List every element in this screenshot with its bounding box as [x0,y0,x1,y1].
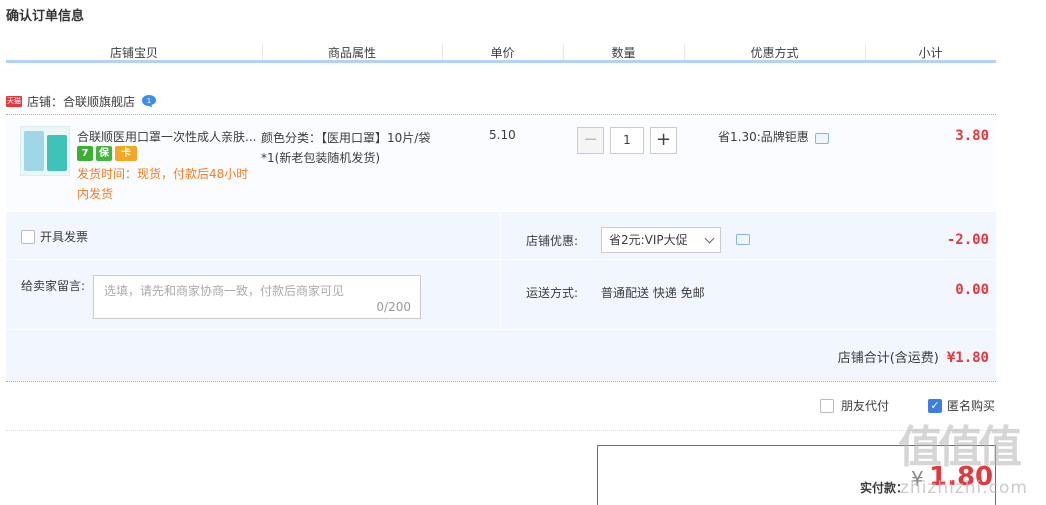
col-header-item: 店铺宝贝 [109,46,158,60]
shop-discount-select[interactable]: 省2元:VIP大促 [601,227,721,253]
shop-discount-label: 店铺优惠: [526,234,579,248]
seller-message-label: 给卖家留言: [21,279,86,293]
seller-message-placeholder: 选填，请先和商家协商一致，付款后商家可见 [104,284,345,298]
quantity-stepper: − 1 + [577,127,677,154]
shop-total-label: 店铺合计(含运费) [837,351,939,366]
wangwang-chat-icon[interactable]: 1 [141,94,157,108]
shop-name[interactable]: 店铺：合联顺旗舰店 [27,93,135,110]
col-header-subtotal: 小计 [918,46,943,60]
ship-time-text: 发货时间：现货，付款后48小时内发货 [77,167,249,201]
anonymous-label: 匿名购买 [947,399,996,413]
invoice-option[interactable]: 开具发票 [21,228,88,245]
anonymous-checkbox[interactable]: ✓ [928,398,942,413]
col-header-qty: 数量 [611,46,636,60]
guarantee-icon[interactable]: 保 [96,146,112,161]
mask-pack-image [24,131,44,171]
credit-card-icon[interactable]: 卡 [115,146,137,161]
promo-comment-icon[interactable] [814,133,829,144]
col-header-price: 单价 [490,46,515,60]
quantity-increase-button[interactable]: + [650,127,677,154]
order-box-border [6,114,996,382]
quantity-decrease-button[interactable]: − [577,127,604,154]
header-underline [6,60,996,63]
col-header-promo: 优惠方式 [750,46,799,60]
item-subtotal: 3.80 [955,128,989,144]
chevron-down-icon [704,233,715,244]
shop-discount-value: -2.00 [946,232,989,248]
product-name-link[interactable]: 合联顺医用口罩一次性成人亲肤... [77,128,257,145]
promo-info: 省1.30:品牌钜惠 [718,128,829,145]
friend-pay-option[interactable]: 朋友代付 [820,397,889,414]
product-attributes: 颜色分类：【医用口罩】10片/袋*1(新老包装随机发货) [261,131,431,165]
friend-pay-label: 朋友代付 [841,399,890,413]
quantity-input[interactable]: 1 [610,127,644,154]
watermark-url: zhizhizhi.com [900,478,1028,498]
service-badges: 7 保 卡 [77,146,137,162]
shop-total-amount: ¥1.80 [946,350,989,366]
invoice-label: 开具发票 [40,230,89,244]
friend-pay-checkbox[interactable] [820,398,834,413]
unit-price: 5.10 [489,128,516,142]
product-thumbnail[interactable] [20,126,70,176]
page-title: 确认订单信息 [6,9,85,24]
shop-discount-selected: 省2元:VIP大促 [609,233,688,247]
col-header-attr: 商品属性 [327,46,376,60]
section-divider [6,430,996,431]
discount-comment-icon[interactable] [736,234,750,245]
anonymous-option[interactable]: ✓ 匿名购买 [928,397,995,414]
mask-pack-image [47,135,67,171]
promo-text: 省1.30:品牌钜惠 [718,130,809,144]
seller-message-input[interactable]: 选填，请先和商家协商一致，付款后商家可见 0/200 [93,275,421,319]
char-counter: 0/200 [376,300,411,314]
shipping-fee: 0.00 [955,282,989,298]
tmall-logo-icon: 天猫 [6,95,22,107]
shop-total: 店铺合计(含运费) ¥1.80 [838,347,989,366]
shipping-label: 运送方式: [526,286,579,300]
shop-row: 天猫 店铺：合联顺旗舰店 1 [6,92,157,110]
seven-day-return-icon[interactable]: 7 [77,146,93,161]
wangwang-badge: 1 [147,97,151,105]
invoice-checkbox[interactable] [21,229,35,244]
shipping-method: 普通配送 快递 免邮 [601,286,705,300]
